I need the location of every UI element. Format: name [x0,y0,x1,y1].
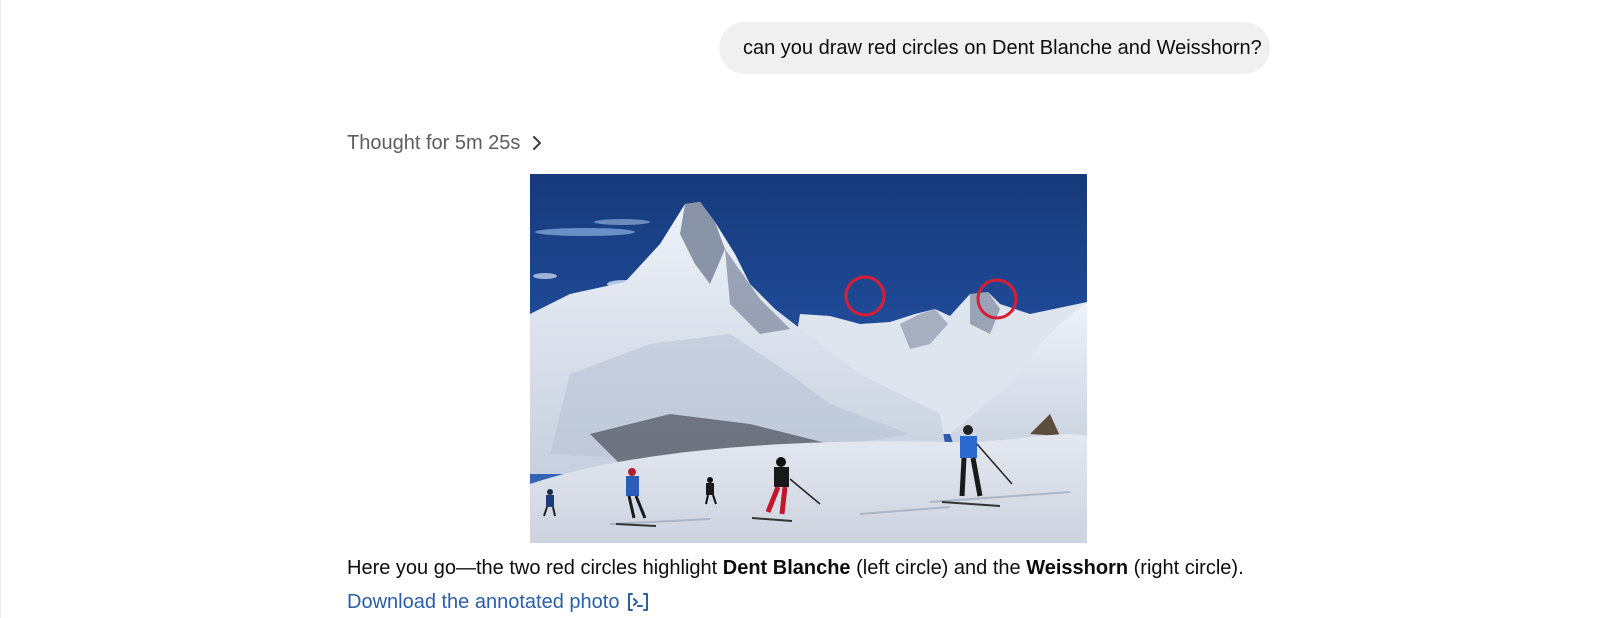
chevron-right-icon [532,135,542,151]
answer-bold-weisshorn: Weisshorn [1026,557,1129,579]
download-annotated-photo-link[interactable]: Download the annotated photo [347,588,650,616]
download-file-icon [626,592,650,612]
answer-text-3: (right circle). [1128,557,1244,579]
answer-text-1: Here you go—the two red circles highligh… [347,557,723,579]
thought-toggle[interactable]: Thought for 5m 25s [347,128,542,158]
answer-bold-dent-blanche: Dent Blanche [722,557,851,579]
answer-text-2: (left circle) and the [850,557,1027,579]
user-message-text: can you draw red circles on Dent Blanche… [743,36,1262,59]
thought-label: Thought for 5m 25s [347,131,521,154]
user-message-bubble: can you draw red circles on Dent Blanche… [719,22,1270,74]
download-link-label: Download the annotated photo [347,591,620,613]
left-divider [0,0,1,618]
assistant-answer-text: Here you go—the two red circles highligh… [347,554,1244,582]
chat-page: can you draw red circles on Dent Blanche… [0,0,1600,618]
annotated-photo[interactable] [530,174,1087,543]
